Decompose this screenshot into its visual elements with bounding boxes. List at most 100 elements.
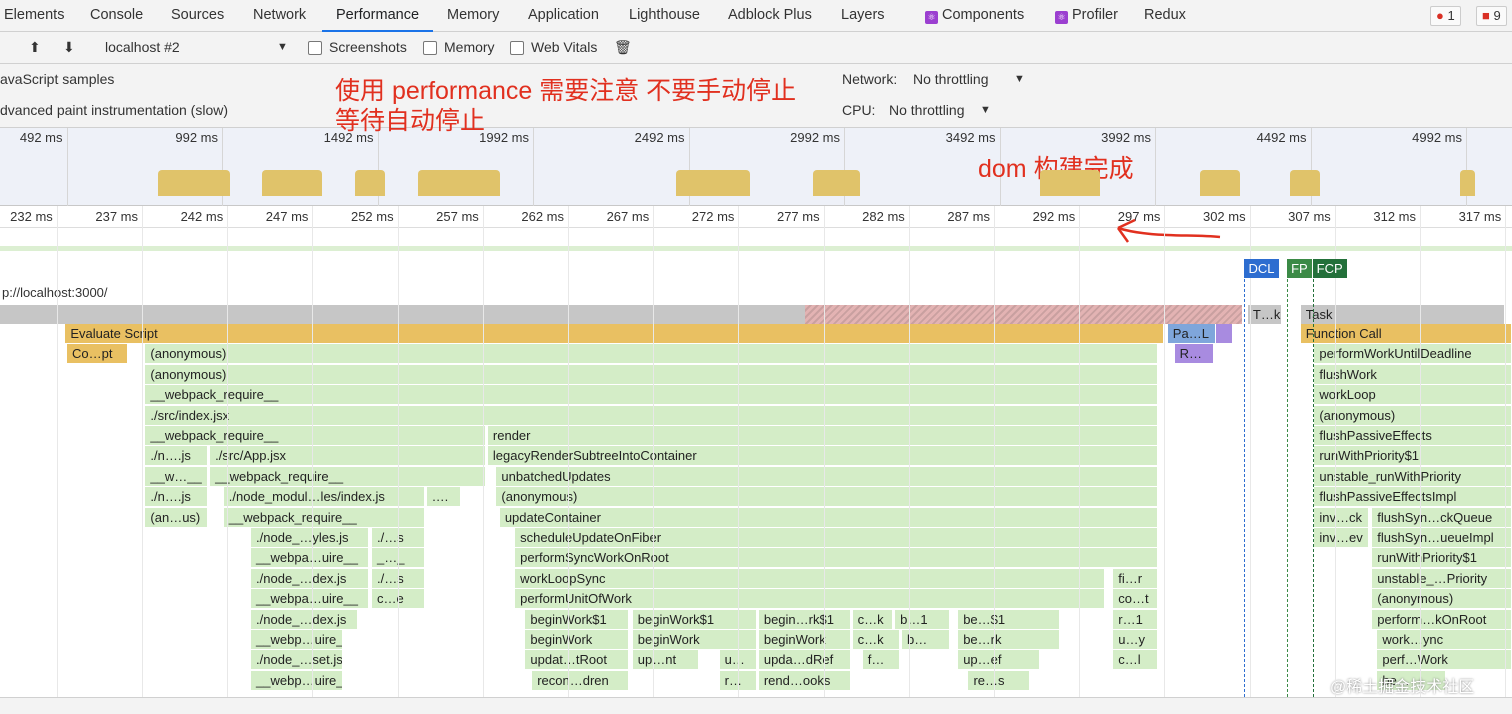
- flame-entry[interactable]: inv…ev: [1314, 528, 1369, 547]
- chevron-down-icon[interactable]: ▼: [277, 32, 288, 63]
- flame-entry[interactable]: re…s: [968, 670, 1030, 690]
- flame-entry[interactable]: __webpack_require__: [210, 466, 487, 486]
- flame-entry[interactable]: R…: [1174, 344, 1214, 364]
- marker-dcl[interactable]: DCL: [1244, 259, 1279, 278]
- tab-components[interactable]: ⚛ Components: [925, 0, 1024, 32]
- flame-entry[interactable]: performWorkUntilDeadline: [1314, 344, 1512, 364]
- screenshots-checkbox[interactable]: [308, 41, 322, 55]
- download-profile-icon[interactable]: ⬇: [63, 32, 75, 63]
- flame-entry[interactable]: rend…ooks: [758, 670, 851, 690]
- flame-entry[interactable]: __webp…uire__: [251, 630, 344, 649]
- flame-entry[interactable]: (anonymous): [1314, 405, 1512, 425]
- tab-console[interactable]: Console: [90, 0, 143, 32]
- flame-entry[interactable]: flushPassiveEffectsImpl: [1314, 487, 1512, 507]
- cpu-throttle-select[interactable]: No throttling: [889, 95, 964, 126]
- flame-entry[interactable]: u…y: [1113, 630, 1158, 649]
- tab-memory[interactable]: Memory: [447, 0, 499, 32]
- flame-entry[interactable]: performSyncWorkOnRoot: [515, 548, 1158, 568]
- flame-entry[interactable]: (anonymous): [496, 487, 1158, 507]
- upload-profile-icon[interactable]: ⬆: [29, 32, 41, 63]
- flame-entry[interactable]: unstable_…Priority: [1372, 568, 1512, 588]
- flame-entry[interactable]: up…nt: [632, 650, 700, 670]
- tab-redux[interactable]: Redux: [1144, 0, 1186, 32]
- tab-lighthouse[interactable]: Lighthouse: [629, 0, 700, 32]
- flame-entry[interactable]: updateContainer: [499, 507, 1158, 527]
- js-samples-label[interactable]: avaScript samples: [0, 64, 114, 95]
- flame-entry[interactable]: f…: [862, 650, 901, 670]
- flame-entry[interactable]: Co…pt: [67, 344, 129, 364]
- tab-profiler[interactable]: ⚛ Profiler: [1055, 0, 1118, 32]
- flame-entry[interactable]: ./n….js: [145, 446, 209, 466]
- flame-entry[interactable]: T…k: [1247, 305, 1282, 324]
- flame-entry[interactable]: Function Call: [1300, 324, 1512, 343]
- flame-entry[interactable]: beginWork$1: [525, 609, 630, 629]
- paint-instrumentation-label[interactable]: dvanced paint instrumentation (slow): [0, 95, 228, 126]
- tab-adblock-plus[interactable]: Adblock Plus: [728, 0, 812, 32]
- issues-count-badge[interactable]: ■ 9: [1476, 6, 1507, 26]
- flame-entry[interactable]: c…l: [1113, 650, 1158, 670]
- chevron-down-icon[interactable]: ▼: [1014, 64, 1025, 95]
- flame-entry[interactable]: beginWork: [525, 630, 630, 649]
- flame-entry[interactable]: recon…dren: [532, 670, 630, 690]
- flame-entry[interactable]: runWithPriority$1: [1372, 548, 1512, 568]
- tab-elements[interactable]: Elements: [4, 0, 64, 32]
- flame-entry[interactable]: flushSyn…ueueImpl: [1372, 528, 1512, 547]
- flame-entry[interactable]: c…k: [852, 609, 894, 629]
- tab-network[interactable]: Network: [253, 0, 306, 32]
- flame-entry[interactable]: unstable_runWithPriority: [1314, 466, 1512, 486]
- tab-performance[interactable]: Performance: [322, 0, 434, 32]
- flame-entry[interactable]: Pa…L: [1167, 324, 1216, 343]
- flame-entry[interactable]: ./node_modul…les/index.js: [223, 487, 425, 507]
- flame-entry[interactable]: workLoopSync: [515, 568, 1105, 588]
- flame-entry[interactable]: b…1: [895, 609, 950, 629]
- flame-entry[interactable]: workLoop: [1314, 385, 1512, 405]
- flame-entry[interactable]: performUnitOfWork: [515, 589, 1105, 609]
- flame-entry[interactable]: ./node_…set.js: [251, 650, 344, 670]
- trash-icon[interactable]: 🗑: [614, 32, 632, 63]
- flame-entry[interactable]: ./src/App.jsx: [210, 446, 487, 466]
- flame-entry[interactable]: r…1: [1113, 609, 1158, 629]
- flame-entry[interactable]: __webpack_require__: [145, 385, 1158, 405]
- flame-entry[interactable]: upda…dRef: [758, 650, 851, 670]
- flame-entry[interactable]: updat…tRoot: [525, 650, 630, 670]
- error-count-badge[interactable]: ● 1: [1430, 6, 1461, 26]
- flame-entry[interactable]: (an…us): [145, 507, 209, 527]
- flame-entry[interactable]: __w…__: [145, 466, 209, 486]
- flame-entry[interactable]: runWithPriority$1: [1314, 446, 1512, 466]
- flame-entry[interactable]: perform…kOnRoot: [1372, 609, 1512, 629]
- flame-entry[interactable]: [0, 305, 1243, 324]
- network-throttle-select[interactable]: No throttling: [913, 64, 988, 95]
- flame-entry[interactable]: be…$1: [958, 609, 1061, 629]
- flame-entry[interactable]: be…rk: [958, 630, 1061, 649]
- flame-entry[interactable]: __webp…uire__: [251, 670, 344, 690]
- flame-entry[interactable]: (anonymous): [145, 344, 1158, 364]
- flame-entry[interactable]: flushSyn…ckQueue: [1372, 507, 1512, 527]
- memory-checkbox[interactable]: [423, 41, 437, 55]
- flame-entry[interactable]: (anonymous): [1372, 589, 1512, 609]
- profile-select[interactable]: localhost #2: [105, 32, 180, 63]
- flame-entry[interactable]: __webpack_require__: [145, 426, 487, 445]
- flame-entry[interactable]: beginWork: [758, 630, 851, 649]
- chevron-down-icon[interactable]: ▼: [980, 95, 991, 126]
- flame-entry[interactable]: co…t: [1113, 589, 1158, 609]
- flame-entry[interactable]: inv…ck: [1314, 507, 1369, 527]
- marker-fcp[interactable]: FCP: [1312, 259, 1347, 278]
- flame-entry[interactable]: ./node_…dex.js: [251, 568, 369, 588]
- tab-layers[interactable]: Layers: [841, 0, 885, 32]
- flame-entry[interactable]: Evaluate Script: [65, 324, 1165, 343]
- flame-entry[interactable]: __webpa…uire__: [251, 548, 369, 568]
- flame-entry[interactable]: begin…rk$1: [758, 609, 851, 629]
- tab-sources[interactable]: Sources: [171, 0, 224, 32]
- flame-entry[interactable]: ./src/index.jsx: [145, 405, 1158, 425]
- flame-entry[interactable]: Task: [1300, 305, 1506, 324]
- flame-entry[interactable]: fi…r: [1113, 568, 1158, 588]
- marker-fp[interactable]: FP: [1287, 259, 1312, 278]
- flame-entry[interactable]: work…ync: [1377, 630, 1512, 649]
- flame-entry[interactable]: flushPassiveEffects: [1314, 426, 1512, 445]
- flame-entry[interactable]: unbatchedUpdates: [496, 466, 1158, 486]
- flame-entry[interactable]: perf…Work: [1377, 650, 1512, 670]
- flame-entry[interactable]: [1215, 324, 1233, 343]
- flame-entry[interactable]: flushWork: [1314, 364, 1512, 384]
- flame-entry[interactable]: (anonymous): [145, 364, 1158, 384]
- flame-entry[interactable]: ….: [426, 487, 461, 507]
